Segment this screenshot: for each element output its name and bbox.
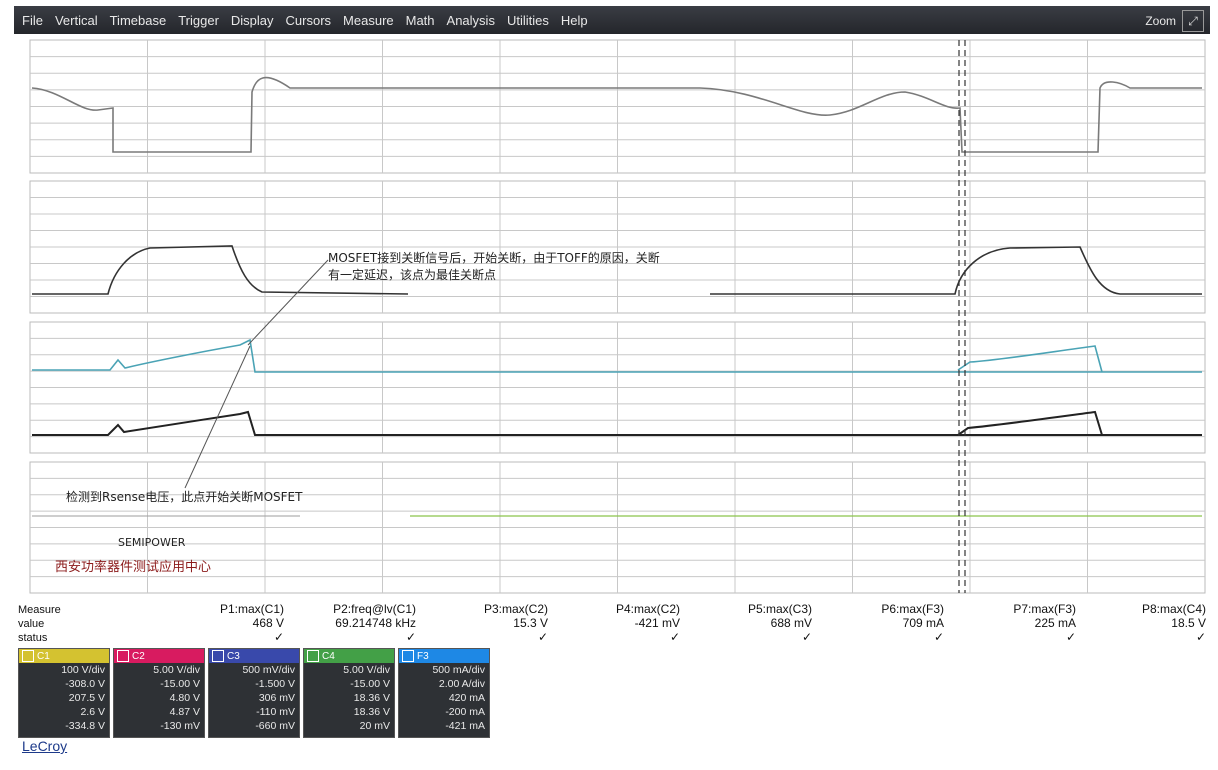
channel-row: -110 mV — [256, 706, 295, 718]
measure-value: 709 mA — [902, 616, 944, 630]
measurement-table: Measure value status P1:max(C1) 468 V ✓ … — [18, 600, 1218, 646]
channel-label: C2 — [132, 650, 145, 662]
measure-col-p1[interactable]: P1:max(C1) 468 V ✓ — [164, 602, 284, 644]
measure-name: P1:max(C1) — [219, 602, 284, 616]
channel-label: F3 — [417, 650, 429, 662]
status-check: ✓ — [537, 630, 548, 644]
status-check: ✓ — [273, 630, 284, 644]
status-check: ✓ — [669, 630, 680, 644]
measure-value: 225 mA — [1034, 616, 1076, 630]
measure-value: 15.3 V — [513, 616, 548, 630]
measure-col-p7[interactable]: P7:max(F3) 225 mA ✓ — [956, 602, 1076, 644]
channel-row: -308.0 V — [65, 678, 105, 690]
annotation-source-line1: SEMIPOWER — [118, 536, 186, 549]
channel-panel-c1[interactable]: C1 100 V/div -308.0 V 207.5 V 2.6 V -334… — [18, 648, 110, 738]
channel-row: 20 mV — [359, 720, 390, 732]
measure-col-p5[interactable]: P5:max(C3) 688 mV ✓ — [692, 602, 812, 644]
channel-row: 4.80 V — [169, 692, 200, 704]
channel-header: C4 — [304, 649, 394, 663]
status-check: ✓ — [1065, 630, 1076, 644]
annotation-bottom-line: 检测到Rsense电压，此点开始关断MOSFET — [66, 490, 303, 504]
channel-color-swatch — [212, 650, 224, 662]
measure-name: P2:freq@lv(C1) — [333, 602, 416, 616]
channel-color-swatch — [22, 650, 34, 662]
channel-row: 500 mA/div — [432, 664, 485, 676]
channel-panel-c3[interactable]: C3 500 mV/div -1.500 V 306 mV -110 mV -6… — [208, 648, 300, 738]
measure-value: -421 mV — [634, 616, 680, 630]
annotation-top-line1: MOSFET接到关断信号后，开始关断，由于TOFF的原因，关断 — [328, 251, 660, 265]
measure-value: 69.214748 kHz — [335, 616, 416, 630]
row-label-value: value — [18, 618, 45, 630]
channel-row: 5.00 V/div — [153, 664, 200, 676]
channel-row: -334.8 V — [65, 720, 105, 732]
channel-panel-f3[interactable]: F3 500 mA/div 2.00 A/div 420 mA -200 mA … — [398, 648, 490, 738]
channel-row: 18.36 V — [353, 706, 390, 718]
channel-row: -130 mV — [160, 720, 200, 732]
channel-label: C1 — [37, 650, 50, 662]
channel-row: -421 mA — [445, 720, 485, 732]
channel-label: C3 — [227, 650, 240, 662]
channel-row: 4.87 V — [169, 706, 200, 718]
lecroy-logo: LeCroy — [22, 738, 68, 754]
channel-row: -660 mV — [255, 720, 295, 732]
measure-value: 18.5 V — [1171, 616, 1206, 630]
channel-header: C1 — [19, 649, 109, 663]
annotation-source-line2: 西安功率器件测试应用中心 — [55, 560, 212, 575]
status-check: ✓ — [1195, 630, 1206, 644]
measure-name: P7:max(F3) — [1013, 602, 1076, 616]
measure-col-p2[interactable]: P2:freq@lv(C1) 69.214748 kHz ✓ — [296, 602, 416, 644]
measure-value: 688 mV — [770, 616, 812, 630]
row-label-measure: Measure — [18, 604, 61, 616]
measure-col-p8[interactable]: P8:max(C4) 18.5 V ✓ — [1086, 602, 1206, 644]
channel-row: 100 V/div — [61, 664, 105, 676]
channel-color-swatch — [307, 650, 319, 662]
channel-header: C3 — [209, 649, 299, 663]
status-check: ✓ — [801, 630, 812, 644]
channel-panel-c2[interactable]: C2 5.00 V/div -15.00 V 4.80 V 4.87 V -13… — [113, 648, 205, 738]
measure-name: P6:max(F3) — [881, 602, 944, 616]
channel-row: 2.00 A/div — [438, 678, 485, 690]
channel-row: 420 mA — [448, 692, 485, 704]
status-check: ✓ — [933, 630, 944, 644]
channel-row: 18.36 V — [353, 692, 390, 704]
channel-row: 5.00 V/div — [343, 664, 390, 676]
channel-row: -15.00 V — [350, 678, 390, 690]
measure-name: P4:max(C2) — [615, 602, 680, 616]
channel-color-swatch — [117, 650, 129, 662]
measure-col-p6[interactable]: P6:max(F3) 709 mA ✓ — [824, 602, 944, 644]
channel-label: C4 — [322, 650, 335, 662]
channel-row: 500 mV/div — [242, 664, 295, 676]
channel-header: C2 — [114, 649, 204, 663]
channel-row: -15.00 V — [160, 678, 200, 690]
status-check: ✓ — [405, 630, 416, 644]
measure-value: 468 V — [252, 616, 284, 630]
channel-panels: C1 100 V/div -308.0 V 207.5 V 2.6 V -334… — [18, 648, 490, 738]
row-label-status: status — [18, 632, 48, 644]
annotation-top-line2: 有一定延迟，该点为最佳关断点 — [328, 268, 497, 282]
channel-color-swatch — [402, 650, 414, 662]
measure-name: P5:max(C3) — [747, 602, 812, 616]
measure-col-p3[interactable]: P3:max(C2) 15.3 V ✓ — [428, 602, 548, 644]
measure-name: P8:max(C4) — [1141, 602, 1206, 616]
scope-display[interactable] — [0, 0, 1218, 600]
measure-col-p4[interactable]: P4:max(C2) -421 mV ✓ — [560, 602, 680, 644]
channel-row: 2.6 V — [80, 706, 105, 718]
channel-panel-c4[interactable]: C4 5.00 V/div -15.00 V 18.36 V 18.36 V 2… — [303, 648, 395, 738]
channel-row: 207.5 V — [68, 692, 105, 704]
channel-row: -1.500 V — [255, 678, 295, 690]
channel-row: 306 mV — [258, 692, 295, 704]
channel-header: F3 — [399, 649, 489, 663]
measure-name: P3:max(C2) — [483, 602, 548, 616]
channel-row: -200 mA — [445, 706, 485, 718]
